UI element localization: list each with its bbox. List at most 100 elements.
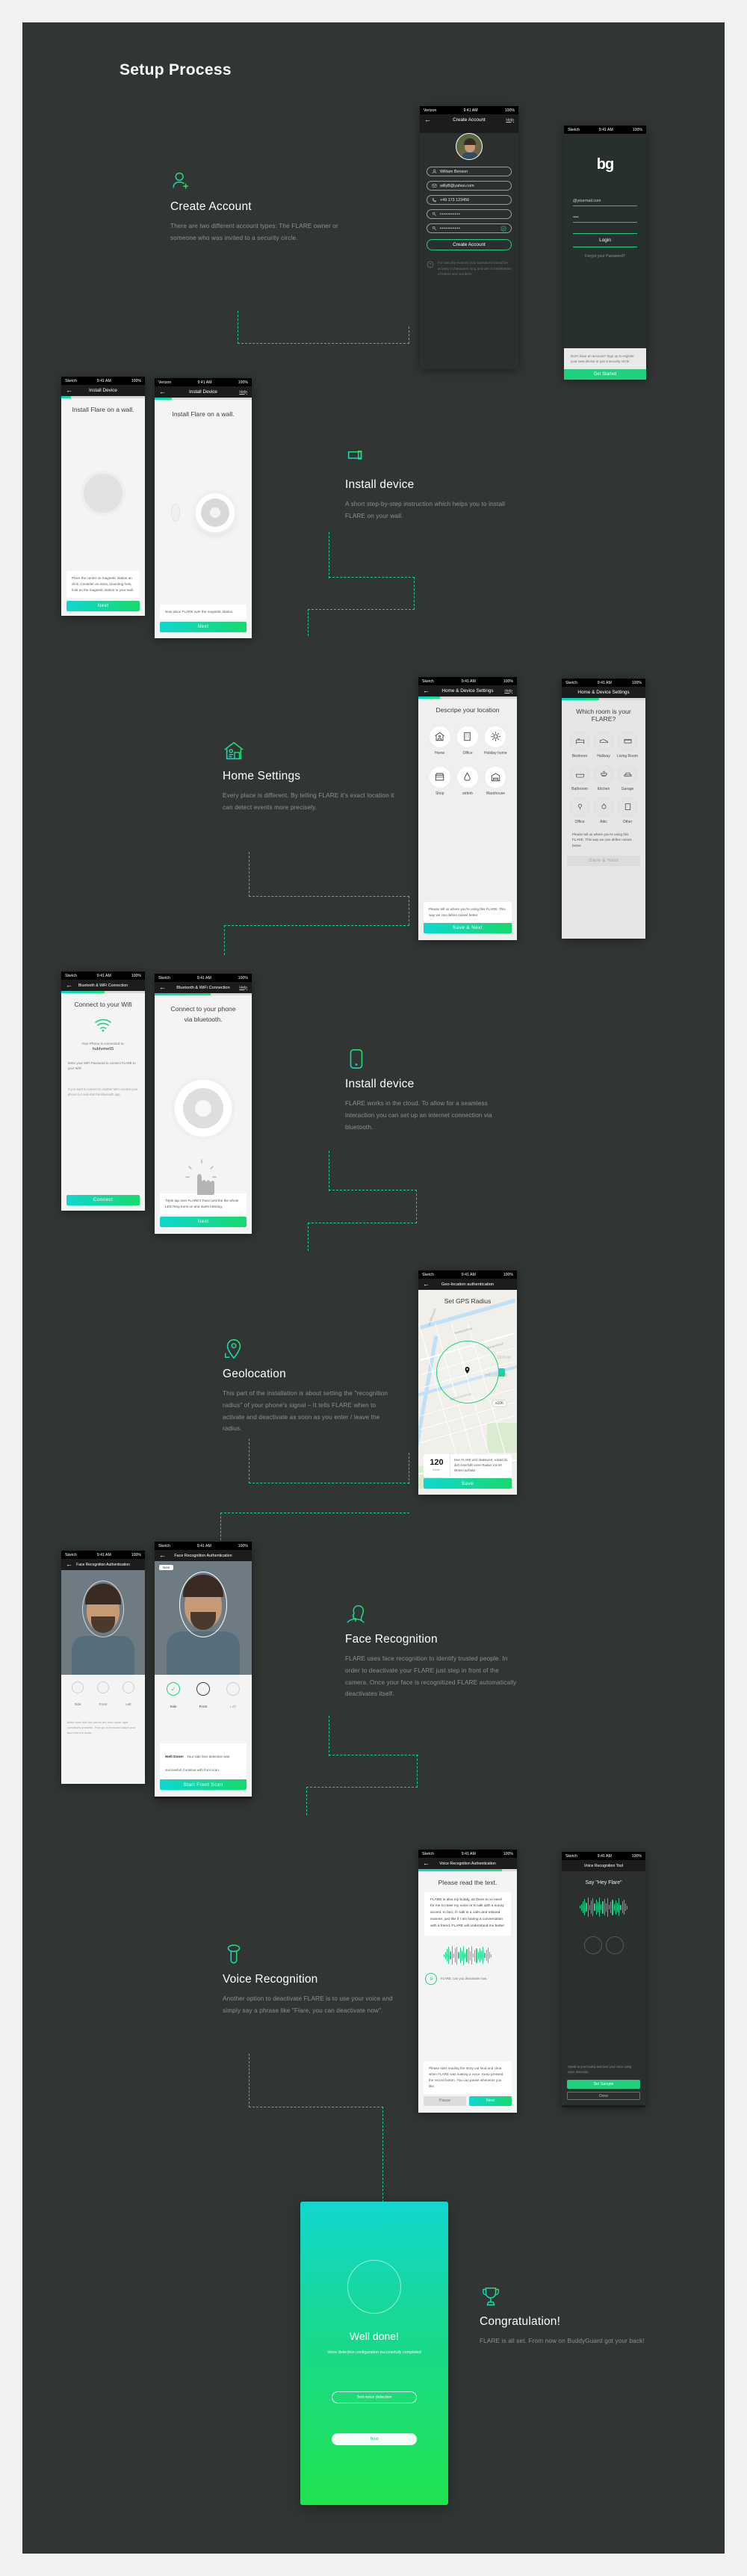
phone-install-wall-back[interactable]: Sketch 9:41 AM 100% ← Install Device Ins… [61,377,145,616]
radius-drag-handle[interactable] [498,1368,505,1377]
phone-field[interactable]: +49 173 123456 [427,195,512,205]
battery-label: 100% [131,1552,141,1557]
person-icon [432,169,437,174]
face-tab-front[interactable]: Front [196,1682,210,1711]
nav-title: Voice Recognition Authentication [439,1861,496,1866]
test-voice-detection-button[interactable]: Test voice detection [332,2391,417,2403]
connect-button[interactable]: Connect [66,1194,140,1205]
user-add-icon [173,172,189,189]
clock-label: 9:41 AM [597,1853,612,1859]
phone-wifi-back[interactable]: Sketch 9:41 AM 100% ← Bluetooth & WiFi C… [61,972,145,1211]
wifi-back-screen: Connect to your Wifi Your Phone is conne… [61,992,145,1211]
room-choice-living[interactable]: Living Room [617,731,638,759]
room-choice-bedroom[interactable]: Bedroom [569,731,590,759]
next-button[interactable]: Next [66,600,140,611]
room-choice-bathroom[interactable]: Bathroom [569,764,590,791]
location-choice-home[interactable]: Home [428,725,451,756]
next-button[interactable]: Next [160,1216,247,1227]
back-arrow-icon[interactable]: ← [159,984,166,991]
name-field[interactable]: William Benson [427,167,512,176]
location-choice-airbnb[interactable]: airbnb [456,765,479,796]
connector-7-v2 [382,2107,383,2202]
hint-card: Please tell us where you're using this F… [572,832,632,848]
password-confirm-field[interactable]: ••••••••••• [427,223,512,233]
phone-login[interactable]: Sketch 9:41 AM 100% bg @yourmail.com •••… [564,126,646,380]
lamp-icon [594,797,613,817]
back-arrow-icon[interactable]: ← [424,117,431,123]
phone-create-account[interactable]: Verizon 9:41 AM 100% ← Create Account He… [420,106,518,369]
forgot-password-link[interactable]: Forgot your Password? [573,254,637,259]
mic-icon[interactable] [425,1972,437,1985]
room-choice-kitchen[interactable]: Kitchen [593,764,614,791]
geo-map-screen[interactable]: De Withstraat Bellamystraat Borgerstraat… [418,1290,517,1495]
phone-face-recognition[interactable]: Sketch 9:41 AM 100% ← Face Recognition A… [155,1542,252,1799]
location-choice-office[interactable]: Office [456,725,479,756]
back-arrow-icon[interactable]: ← [66,387,72,394]
next-button[interactable]: Next [160,621,247,632]
login-password-input[interactable]: •••• [573,215,637,223]
map-pin-icon [225,1339,241,1359]
clock-label: 9:41 AM [96,973,111,978]
hand-tap-icon [185,1159,217,1195]
help-link[interactable]: Help [504,689,512,694]
back-arrow-icon[interactable]: ← [423,1860,430,1867]
next-button[interactable]: Next [469,2095,512,2106]
phone-room-settings[interactable]: Sketch 9:41 AM 100% Home & Device Settin… [562,679,645,939]
pause-button[interactable]: Pause [424,2095,466,2106]
location-choice-warehouse[interactable]: Warehouse [484,765,507,796]
nav-bar: ← Home & Device Settings Help [418,685,517,696]
room-choice-hallway[interactable]: Hallway [593,731,614,759]
room-choice-office[interactable]: Office [569,797,590,824]
save-next-button[interactable]: Save & Next [567,855,640,866]
face-tab-front[interactable]: Front [97,1681,109,1709]
face-tab-side[interactable]: Side [72,1681,84,1709]
room-choice-attic[interactable]: Attic [593,797,614,824]
done-button[interactable]: Done [567,2092,640,2100]
phone-install-wall[interactable]: Verizon 9:41 AM 100% ← Install Device He… [155,378,252,638]
help-link[interactable]: Help [506,118,514,123]
phone-home-settings[interactable]: Sketch 9:41 AM 100% ← Home & Device Sett… [418,677,517,940]
connector-6-v3 [306,1787,307,1815]
face-tab-left[interactable]: Left [226,1682,240,1711]
connector-2-h2 [308,609,415,610]
email-field[interactable]: willyB@yahoo.com [427,181,512,191]
section-title: Home Settings [223,770,301,782]
room-choice-garage[interactable]: Garage [617,764,638,791]
hint-card: Place the center on magnetic station an … [66,571,140,598]
create-account-button[interactable]: Create Account [427,239,512,250]
next-button[interactable]: Next [332,2433,417,2445]
back-arrow-icon[interactable]: ← [423,688,430,694]
save-next-button[interactable]: Save & Next [424,922,512,933]
phone-voice-recognition[interactable]: Sketch 9:41 AM 100% ← Voice Recognition … [418,1850,517,2113]
back-arrow-icon[interactable]: ← [423,1281,430,1288]
back-arrow-icon[interactable]: ← [159,389,166,395]
face-tab-left[interactable]: Left [123,1681,134,1709]
phone-voice-right[interactable]: Sketch 9:41 AM 100% Voice Recognition To… [562,1852,645,2107]
phone-bluetooth[interactable]: Sketch 9:41 AM 100% ← Bluetooth & WiFi C… [155,974,252,1234]
set-sample-button[interactable]: Set Sample [567,2080,640,2089]
help-link[interactable]: Help [239,986,247,990]
phone-face-back[interactable]: Sketch 9:41 AM 100% ← Face Recognition A… [61,1551,145,1784]
back-arrow-icon[interactable]: ← [66,1561,72,1568]
login-email-input[interactable]: @yourmail.com [573,199,637,206]
password-field[interactable]: ••••••••••• [427,209,512,219]
location-choice-holiday[interactable]: Holiday home [484,725,507,756]
connector-3-h2 [224,925,409,926]
help-link[interactable]: Help [239,390,247,395]
carrier-label: Sketch [65,973,77,978]
clock-label: 9:41 AM [598,127,613,132]
location-choice-shop[interactable]: Shop [428,765,451,796]
start-front-scan-button[interactable]: Start Front Scan [160,1779,247,1790]
face-tab-side[interactable]: ✓ Side [167,1682,180,1711]
room-choice-other[interactable]: Other [617,797,638,824]
back-arrow-icon[interactable]: ← [159,1552,166,1559]
clock-label: 9:41 AM [461,679,476,684]
back-arrow-icon[interactable]: ← [66,982,72,989]
get-started-button[interactable]: Get Started [564,369,646,380]
phone-geolocation[interactable]: Sketch 9:41 AM 100% ← Geo-location authe… [418,1270,517,1495]
login-button[interactable]: Login [573,233,637,247]
save-button[interactable]: Save [424,1478,512,1489]
bluetooth-screen: Connect to your phone via bluetooth. Tri… [155,995,252,1234]
radius-readout-card: 120 Meter Dein FLARE wird deaktiviert, s… [424,1454,512,1477]
avatar[interactable] [456,133,483,160]
